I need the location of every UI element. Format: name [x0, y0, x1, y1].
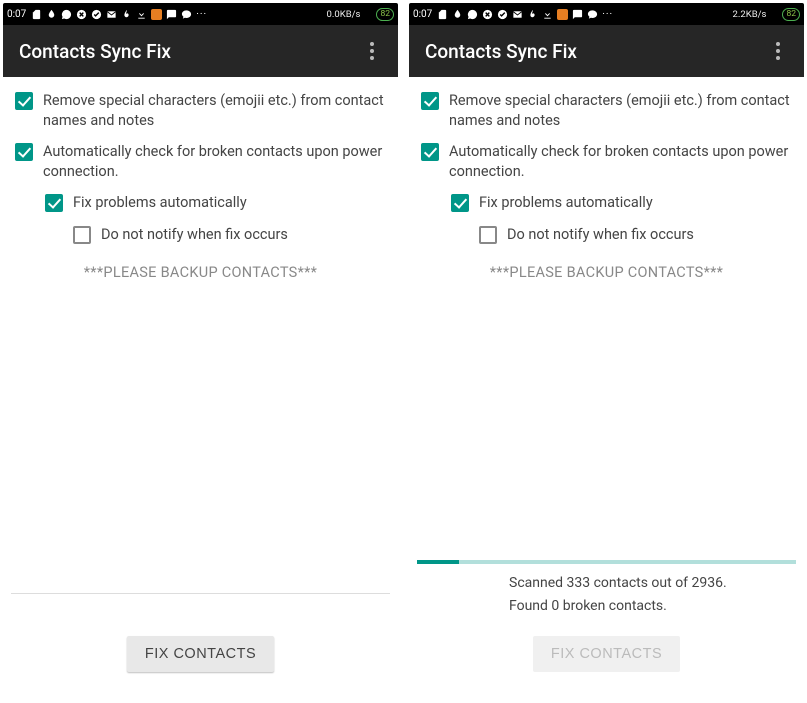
sd-card-icon: [437, 9, 448, 20]
option-row[interactable]: Do not notify when fix occurs: [417, 219, 796, 251]
checkbox[interactable]: [15, 143, 33, 161]
battery-indicator: 82: [376, 8, 394, 21]
droplet-icon: [46, 9, 57, 20]
battery-indicator: 82: [782, 8, 800, 21]
backup-warning: ***PLEASE BACKUP CONTACTS***: [417, 264, 796, 281]
overflow-menu-icon[interactable]: [768, 42, 788, 60]
chat-icon: [166, 9, 177, 20]
option-label: Do not notify when fix occurs: [507, 225, 694, 245]
app-badge-icon: [557, 9, 568, 20]
checkbox[interactable]: [15, 92, 33, 110]
fix-button-row: FIX CONTACTS: [11, 618, 390, 700]
network-speed: 0.0KB/s: [327, 9, 361, 20]
status-icons-left: ···: [31, 9, 323, 20]
option-row[interactable]: Do not notify when fix occurs: [11, 219, 390, 251]
check-circle-icon: [91, 9, 102, 20]
option-label: Automatically check for broken contacts …: [43, 142, 386, 181]
status-icons-right: 2.2KB/s 82: [733, 8, 800, 21]
checkbox[interactable]: [73, 226, 91, 244]
checkbox[interactable]: [45, 194, 63, 212]
status-time: 0:07: [7, 9, 26, 20]
option-row[interactable]: Automatically check for broken contacts …: [11, 136, 390, 187]
option-label: Automatically check for broken contacts …: [449, 142, 792, 181]
content-area: Remove special characters (emojii etc.) …: [3, 77, 398, 700]
close-circle-icon: [482, 9, 493, 20]
droplet-icon: [452, 9, 463, 20]
mail-icon: [512, 9, 523, 20]
option-row[interactable]: Fix problems automatically: [417, 187, 796, 219]
divider: [11, 593, 390, 595]
status-bar: 0:07 ··· 0.0KB/s 82: [3, 3, 398, 25]
checkbox[interactable]: [421, 92, 439, 110]
status-icons-right: 0.0KB/s 82: [327, 8, 394, 21]
scan-status-line: Scanned 333 contacts out of 2936.: [417, 572, 796, 595]
status-bar: 0:07 ··· 2.2KB/s 82: [409, 3, 804, 25]
option-row[interactable]: Automatically check for broken contacts …: [417, 136, 796, 187]
option-label: Fix problems automatically: [479, 193, 653, 213]
checkbox[interactable]: [421, 143, 439, 161]
app-badge-icon: [151, 9, 162, 20]
message-icon: [587, 9, 598, 20]
flame-icon: [121, 9, 132, 20]
checkbox[interactable]: [451, 194, 469, 212]
content-area: Remove special characters (emojii etc.) …: [409, 77, 804, 700]
bottom-area: Scanned 333 contacts out of 2936. Found …: [417, 560, 796, 700]
app-title: Contacts Sync Fix: [19, 40, 362, 63]
bottom-area: FIX CONTACTS: [11, 593, 390, 701]
download-icon: [542, 9, 553, 20]
close-circle-icon: [76, 9, 87, 20]
status-time: 0:07: [413, 9, 432, 20]
option-label: Fix problems automatically: [73, 193, 247, 213]
download-icon: [136, 9, 147, 20]
phone-screen-right: 0:07 ··· 2.2KB/s 82 Contacts Sync Fix: [409, 3, 804, 700]
app-bar: Contacts Sync Fix: [409, 25, 804, 77]
progress-bar: [417, 560, 796, 564]
overflow-menu-icon[interactable]: [362, 42, 382, 60]
status-icons-left: ···: [437, 9, 729, 20]
app-bar: Contacts Sync Fix: [3, 25, 398, 77]
checkbox[interactable]: [479, 226, 497, 244]
progress-fill: [417, 560, 459, 564]
more-icon: ···: [196, 9, 207, 20]
backup-warning: ***PLEASE BACKUP CONTACTS***: [11, 264, 390, 281]
sd-card-icon: [31, 9, 42, 20]
option-label: Do not notify when fix occurs: [101, 225, 288, 245]
flame-icon: [527, 9, 538, 20]
more-icon: ···: [602, 9, 613, 20]
network-speed: 2.2KB/s: [733, 9, 767, 20]
message-icon: [181, 9, 192, 20]
option-row[interactable]: Remove special characters (emojii etc.) …: [417, 85, 796, 136]
check-circle-icon: [497, 9, 508, 20]
option-row[interactable]: Fix problems automatically: [11, 187, 390, 219]
chat-icon: [572, 9, 583, 20]
option-label: Remove special characters (emojii etc.) …: [43, 91, 386, 130]
option-row[interactable]: Remove special characters (emojii etc.) …: [11, 85, 390, 136]
whatsapp-icon: [467, 9, 478, 20]
fix-contacts-button[interactable]: FIX CONTACTS: [127, 636, 274, 672]
fix-button-row: FIX CONTACTS: [417, 618, 796, 700]
option-label: Remove special characters (emojii etc.) …: [449, 91, 792, 130]
app-title: Contacts Sync Fix: [425, 40, 768, 63]
mail-icon: [106, 9, 117, 20]
fix-contacts-button: FIX CONTACTS: [533, 636, 680, 672]
whatsapp-icon: [61, 9, 72, 20]
phone-screen-left: 0:07 ··· 0.0KB/s 82 Contacts Sync Fix: [3, 3, 398, 700]
scan-status-line: Found 0 broken contacts.: [417, 595, 796, 618]
